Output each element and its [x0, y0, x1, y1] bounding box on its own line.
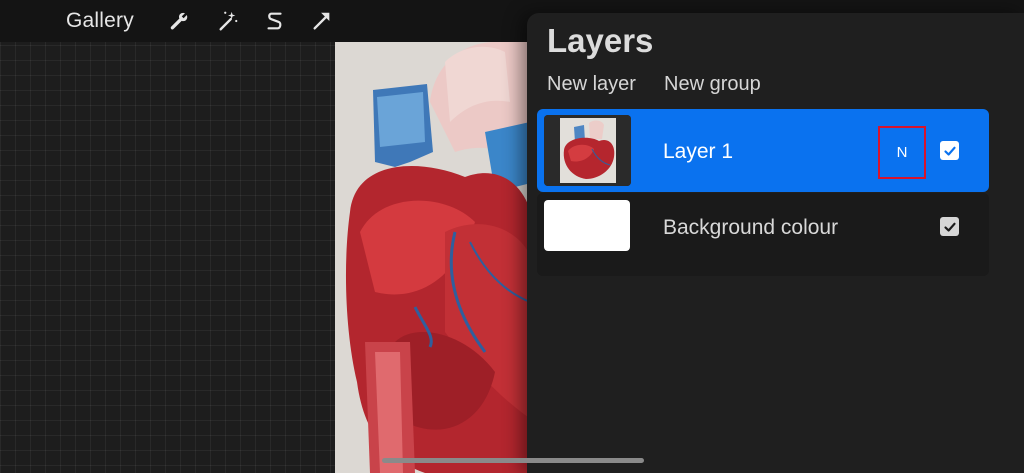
layer-name: Background colour: [663, 216, 839, 239]
background-colour-swatch[interactable]: [544, 200, 630, 251]
blend-mode-button[interactable]: N: [878, 126, 926, 179]
layer-row-background-colour[interactable]: Background colour: [537, 193, 989, 276]
selection-s-icon[interactable]: [264, 10, 286, 32]
panel-title: Layers: [547, 22, 654, 59]
new-group-button[interactable]: New group: [664, 73, 761, 96]
wrench-icon[interactable]: [168, 10, 190, 32]
checkmark-icon: [943, 222, 956, 232]
background-visibility-checkbox[interactable]: [940, 217, 959, 236]
layers-panel: Layers New layer New group Layer 1 N Bac…: [527, 13, 1024, 473]
layer-visibility-checkbox[interactable]: [940, 141, 959, 160]
magic-wand-icon[interactable]: [217, 10, 239, 32]
checkmark-icon: [943, 146, 956, 156]
new-layer-button[interactable]: New layer: [547, 73, 636, 96]
canvas-artwork-heart[interactable]: [335, 42, 535, 473]
home-indicator: [382, 458, 644, 463]
layer-row-layer-1[interactable]: Layer 1 N: [537, 109, 989, 192]
layer-name: Layer 1: [663, 140, 734, 163]
layer-thumbnail: [544, 115, 631, 186]
gallery-button[interactable]: Gallery: [66, 9, 134, 33]
transform-arrow-icon[interactable]: [311, 10, 333, 32]
